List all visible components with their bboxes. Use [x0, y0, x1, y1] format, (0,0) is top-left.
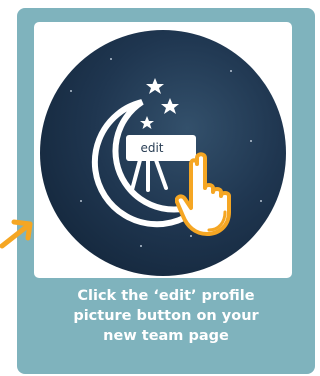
- instruction-line-2: picture button on your: [73, 308, 259, 324]
- hand-pointer-icon: [175, 152, 231, 236]
- tutorial-step-card: edit Click the ‘edit’ profile picture bu…: [0, 0, 315, 376]
- instruction-line-1: Click the ‘edit’ profile: [77, 288, 255, 304]
- profile-picture[interactable]: edit: [40, 30, 286, 276]
- edit-button-label: edit: [140, 141, 164, 155]
- star-icon: [146, 78, 164, 94]
- telescope-leg: [130, 158, 142, 192]
- instruction-text: Click the ‘edit’ profile picture button …: [20, 286, 312, 346]
- telescope-leg: [154, 158, 168, 190]
- instruction-line-3: new team page: [103, 328, 229, 344]
- star-icon: [140, 116, 154, 129]
- arrow-icon: [0, 219, 33, 249]
- star-icon: [161, 98, 179, 114]
